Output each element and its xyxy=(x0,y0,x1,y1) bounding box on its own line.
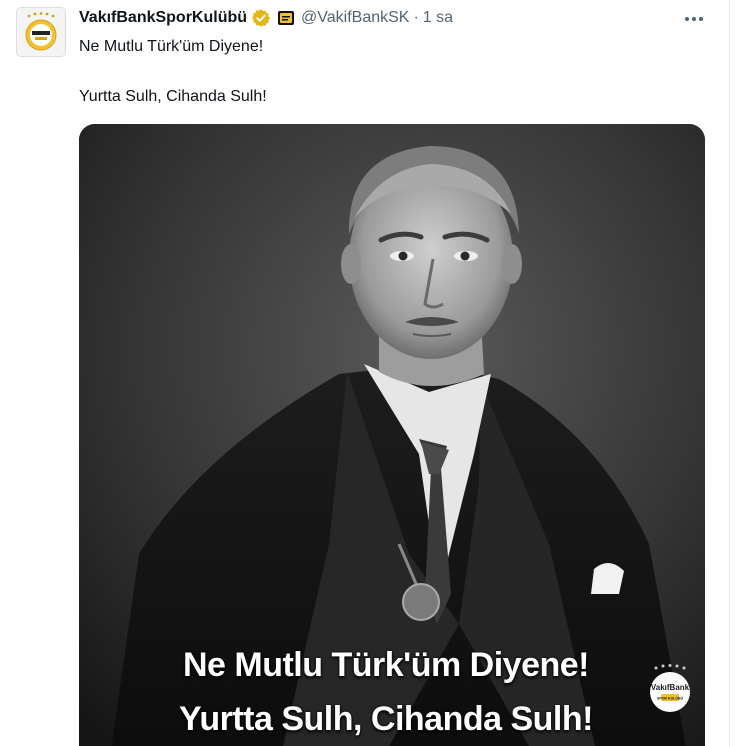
more-icon xyxy=(685,17,703,21)
author-handle[interactable]: @VakifBankSK xyxy=(301,9,409,27)
separator-dot: · xyxy=(413,9,419,26)
image-caption-line: Yurtta Sulh, Cihanda Sulh! xyxy=(179,700,593,738)
more-button[interactable] xyxy=(680,8,708,30)
image-caption-line: Ne Mutlu Türk'üm Diyene! xyxy=(182,646,590,684)
watermark-sub: SPOR KULÜBÜ xyxy=(657,696,684,701)
vakifbank-logo-icon xyxy=(17,8,65,56)
avatar[interactable] xyxy=(17,8,65,56)
watermark-logo: VakıfBank SPOR KULÜBÜ xyxy=(644,662,696,714)
tweet-media-image[interactable]: Ne Mutlu Türk'üm Diyene! Yurtta Sulh, Ci… xyxy=(79,124,705,746)
affiliate-badge-icon[interactable] xyxy=(277,9,295,27)
vakifbank-watermark-icon: VakıfBank SPOR KULÜBÜ xyxy=(650,664,690,712)
tweet-card[interactable]: VakıfBankSporKulübü @VakifBankSK · 1 sa … xyxy=(0,0,730,746)
tweet-text-line: Yurtta Sulh, Cihanda Sulh! xyxy=(79,88,267,105)
author-name[interactable]: VakıfBankSporKulübü xyxy=(79,9,247,27)
verified-badge-icon xyxy=(251,8,271,28)
tweet-timestamp[interactable]: 1 sa xyxy=(423,9,453,27)
watermark-brand: VakıfBank xyxy=(651,683,690,692)
tweet-text-line: Ne Mutlu Türk'üm Diyene! xyxy=(79,38,264,55)
tweet-header: VakıfBankSporKulübü @VakifBankSK · 1 sa xyxy=(79,7,453,29)
